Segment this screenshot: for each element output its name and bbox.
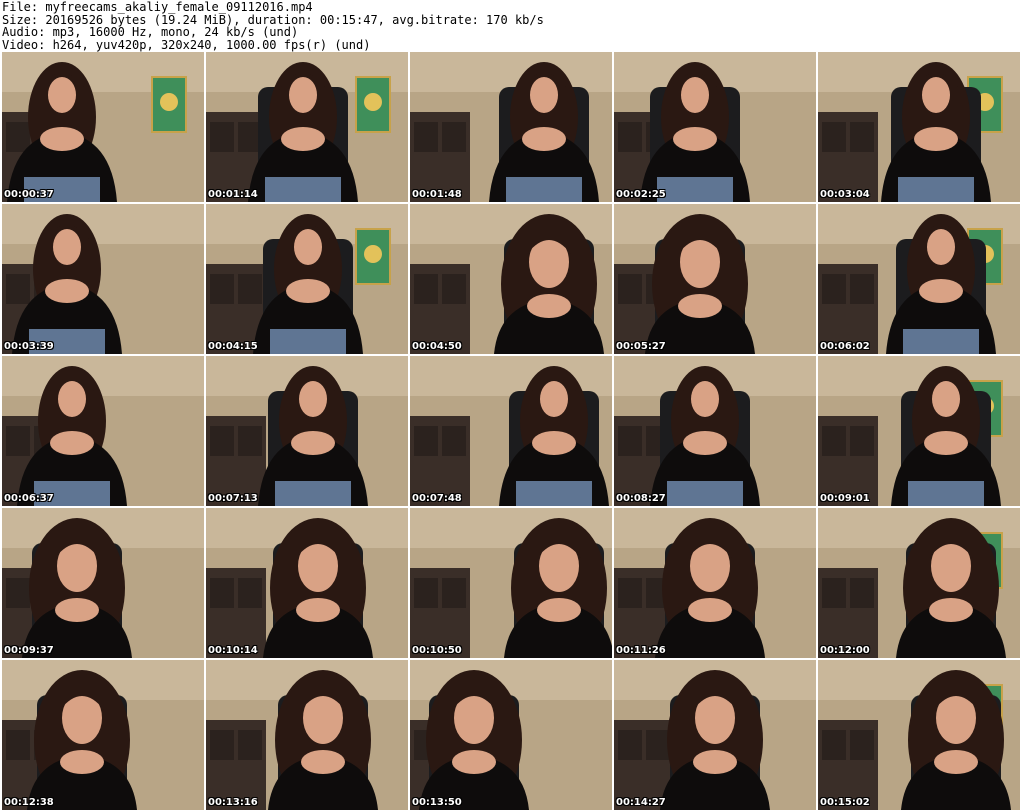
video-thumbnail: 00:01:14 <box>206 52 408 202</box>
thumbnail-frame-image <box>818 356 1020 506</box>
thumbnail-frame-image <box>206 204 408 354</box>
thumbnail-timestamp: 00:02:25 <box>616 189 666 200</box>
thumbnail-frame-image <box>614 204 816 354</box>
file-info-header: File: myfreecams_akaliy_female_09112016.… <box>0 0 1024 52</box>
video-thumbnail: 00:14:27 <box>614 660 816 810</box>
video-thumbnail: 00:01:48 <box>410 52 612 202</box>
thumbnail-frame-image <box>410 660 612 810</box>
thumbnail-timestamp: 00:12:38 <box>4 797 54 808</box>
video-thumbnail: 00:13:16 <box>206 660 408 810</box>
video-thumbnail: 00:04:15 <box>206 204 408 354</box>
thumbnail-frame-image <box>818 52 1020 202</box>
video-thumbnail: 00:07:48 <box>410 356 612 506</box>
video-thumbnail: 00:04:50 <box>410 204 612 354</box>
thumbnail-frame-image <box>410 356 612 506</box>
thumbnail-timestamp: 00:01:14 <box>208 189 258 200</box>
thumbnail-timestamp: 00:12:00 <box>820 645 870 656</box>
video-thumbnail: 00:03:39 <box>2 204 204 354</box>
thumbnail-frame-image <box>206 508 408 658</box>
thumbnail-timestamp: 00:05:27 <box>616 341 666 352</box>
thumbnail-frame-image <box>2 508 204 658</box>
thumbnail-timestamp: 00:04:15 <box>208 341 258 352</box>
thumbnail-timestamp: 00:07:48 <box>412 493 462 504</box>
thumbnail-timestamp: 00:01:48 <box>412 189 462 200</box>
video-thumbnail: 00:07:13 <box>206 356 408 506</box>
thumbnail-timestamp: 00:07:13 <box>208 493 258 504</box>
video-thumbnail: 00:03:04 <box>818 52 1020 202</box>
video-thumbnail: 00:02:25 <box>614 52 816 202</box>
thumbnail-frame-image <box>410 52 612 202</box>
thumbnail-frame-image <box>2 52 204 202</box>
thumbnail-timestamp: 00:10:14 <box>208 645 258 656</box>
video-thumbnail: 00:11:26 <box>614 508 816 658</box>
video-thumbnail: 00:12:00 <box>818 508 1020 658</box>
thumbnail-timestamp: 00:14:27 <box>616 797 666 808</box>
thumbnail-frame-image <box>2 660 204 810</box>
thumbnail-timestamp: 00:13:50 <box>412 797 462 808</box>
video-thumbnail: 00:12:38 <box>2 660 204 810</box>
thumbnail-frame-image <box>410 508 612 658</box>
thumbnail-frame-image <box>206 52 408 202</box>
audio-line: Audio: mp3, 16000 Hz, mono, 24 kb/s (und… <box>2 25 299 40</box>
video-thumbnail: 00:05:27 <box>614 204 816 354</box>
video-thumbnail: 00:08:27 <box>614 356 816 506</box>
video-line: Video: h264, yuv420p, 320x240, 1000.00 f… <box>2 37 371 52</box>
thumbnail-timestamp: 00:11:26 <box>616 645 666 656</box>
thumbnail-frame-image <box>2 204 204 354</box>
thumbnail-grid: 00:00:37 00:01:14 00:01:48 00:02:25 00:03:04… <box>2 52 1020 810</box>
thumbnail-timestamp: 00:03:39 <box>4 341 54 352</box>
file-line: File: myfreecams_akaliy_female_09112016.… <box>2 0 313 14</box>
thumbnail-timestamp: 00:15:02 <box>820 797 870 808</box>
thumbnail-frame-image <box>206 660 408 810</box>
thumbnail-timestamp: 00:08:27 <box>616 493 666 504</box>
thumbnail-timestamp: 00:10:50 <box>412 645 462 656</box>
thumbnail-frame-image <box>614 508 816 658</box>
video-thumbnail: 00:10:14 <box>206 508 408 658</box>
thumbnail-frame-image <box>614 356 816 506</box>
thumbnail-frame-image <box>614 660 816 810</box>
thumbnail-timestamp: 00:04:50 <box>412 341 462 352</box>
thumbnail-frame-image <box>818 660 1020 810</box>
thumbnail-frame-image <box>2 356 204 506</box>
thumbnail-frame-image <box>410 204 612 354</box>
thumbnail-timestamp: 00:13:16 <box>208 797 258 808</box>
thumbnail-timestamp: 00:00:37 <box>4 189 54 200</box>
video-thumbnail: 00:10:50 <box>410 508 612 658</box>
thumbnail-frame-image <box>614 52 816 202</box>
thumbnail-timestamp: 00:09:37 <box>4 645 54 656</box>
video-thumbnail: 00:06:37 <box>2 356 204 506</box>
video-thumbnail: 00:09:01 <box>818 356 1020 506</box>
thumbnail-timestamp: 00:06:37 <box>4 493 54 504</box>
thumbnail-frame-image <box>206 356 408 506</box>
video-thumbnail: 00:06:02 <box>818 204 1020 354</box>
video-thumbnail: 00:13:50 <box>410 660 612 810</box>
video-thumbnail: 00:00:37 <box>2 52 204 202</box>
video-thumbnail: 00:09:37 <box>2 508 204 658</box>
thumbnail-timestamp: 00:09:01 <box>820 493 870 504</box>
video-thumbnail: 00:15:02 <box>818 660 1020 810</box>
thumbnail-timestamp: 00:03:04 <box>820 189 870 200</box>
thumbnail-frame-image <box>818 508 1020 658</box>
thumbnail-timestamp: 00:06:02 <box>820 341 870 352</box>
thumbnail-frame-image <box>818 204 1020 354</box>
